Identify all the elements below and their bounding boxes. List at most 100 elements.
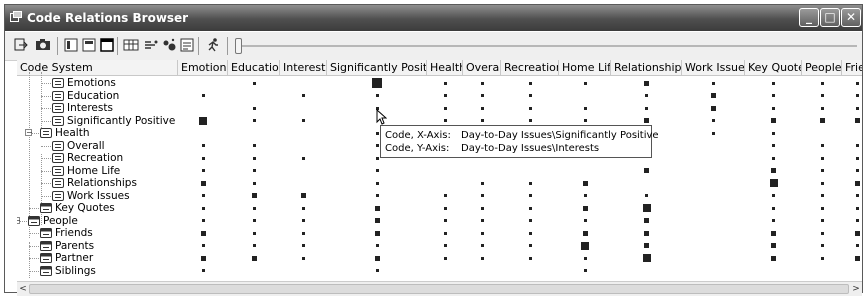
relation-marker[interactable] [375, 181, 379, 185]
relation-marker[interactable] [855, 106, 859, 110]
relation-marker[interactable] [200, 180, 206, 186]
scrollbar-thumb[interactable] [29, 284, 849, 294]
relation-marker[interactable] [252, 156, 256, 160]
relation-marker[interactable] [251, 193, 257, 198]
relation-marker[interactable] [819, 118, 825, 123]
relation-marker[interactable] [302, 219, 305, 222]
column-header[interactable]: Health [427, 60, 463, 76]
relation-marker[interactable] [480, 194, 484, 197]
relation-marker[interactable] [528, 94, 532, 97]
relation-marker[interactable] [443, 244, 447, 247]
relation-marker[interactable] [645, 194, 648, 197]
relation-marker[interactable] [820, 219, 824, 222]
relation-marker[interactable] [820, 256, 824, 260]
relation-marker[interactable] [712, 131, 715, 135]
relation-marker[interactable] [443, 194, 447, 197]
relation-marker[interactable] [443, 119, 447, 122]
single-column-icon[interactable] [63, 37, 79, 53]
split-view-icon[interactable] [81, 37, 97, 53]
relation-marker[interactable] [372, 78, 382, 88]
column-header[interactable]: Recreation [501, 60, 559, 76]
relation-marker[interactable] [443, 206, 447, 210]
relation-marker[interactable] [855, 219, 859, 222]
relation-marker[interactable] [644, 118, 649, 123]
relation-marker[interactable] [201, 156, 205, 160]
relation-marker[interactable] [820, 106, 824, 110]
code-label[interactable]: Parents [55, 240, 94, 252]
relation-marker[interactable] [855, 206, 859, 210]
settings-icon[interactable] [179, 37, 195, 53]
relation-marker[interactable] [855, 244, 859, 247]
scroll-left-button[interactable]: < [17, 283, 29, 295]
relation-marker[interactable] [583, 119, 587, 122]
relation-marker[interactable] [252, 231, 256, 235]
relation-marker[interactable] [443, 94, 447, 97]
relation-marker[interactable] [302, 94, 305, 97]
collapse-toggle[interactable]: − [25, 129, 33, 137]
relation-marker[interactable] [712, 81, 715, 85]
relation-marker[interactable] [528, 256, 532, 260]
relation-marker[interactable] [771, 230, 776, 236]
relation-marker[interactable] [583, 256, 587, 260]
relation-marker[interactable] [772, 131, 775, 135]
relation-marker[interactable] [528, 181, 532, 185]
code-label[interactable]: Interests [67, 102, 113, 114]
relation-marker[interactable] [201, 169, 205, 172]
relation-marker[interactable] [201, 269, 205, 272]
relation-marker[interactable] [854, 118, 860, 123]
relation-marker[interactable] [252, 181, 256, 185]
relation-marker[interactable] [820, 144, 824, 147]
column-header[interactable]: Relationships [611, 60, 682, 76]
relation-marker[interactable] [772, 156, 775, 160]
code-label[interactable]: Friends [55, 227, 93, 239]
full-view-icon[interactable] [99, 37, 115, 53]
relation-marker[interactable] [583, 106, 587, 110]
scroll-right-button[interactable]: > [850, 283, 862, 295]
relation-marker[interactable] [644, 168, 649, 173]
relation-marker[interactable] [528, 219, 532, 222]
relation-marker[interactable] [200, 230, 206, 236]
relation-marker[interactable] [252, 169, 256, 172]
relation-marker[interactable] [374, 230, 380, 236]
relation-marker[interactable] [855, 94, 859, 97]
relation-marker[interactable] [771, 243, 776, 248]
relation-marker[interactable] [711, 93, 716, 98]
column-header[interactable]: People [802, 60, 842, 76]
zoom-slider-track[interactable] [237, 45, 857, 47]
relation-marker[interactable] [528, 106, 532, 110]
column-header[interactable]: Overall [463, 60, 501, 76]
relation-marker[interactable] [528, 194, 532, 197]
title-bar[interactable]: Code Relations Browser _ □ ✕ [5, 5, 862, 31]
relation-marker[interactable] [480, 206, 484, 210]
relation-marker[interactable] [480, 231, 484, 235]
code-label[interactable]: Health [55, 127, 89, 139]
relation-marker[interactable] [855, 144, 859, 147]
relation-marker[interactable] [252, 81, 256, 85]
relation-marker[interactable] [583, 194, 587, 197]
relation-marker[interactable] [201, 144, 205, 147]
column-header[interactable]: Emotions [178, 60, 228, 76]
code-label[interactable]: Key Quotes [55, 202, 115, 214]
relation-marker[interactable] [201, 219, 205, 222]
relation-marker[interactable] [302, 119, 305, 122]
relation-marker[interactable] [820, 206, 824, 210]
relation-marker[interactable] [820, 244, 824, 247]
relation-marker[interactable] [583, 219, 587, 222]
relation-marker[interactable] [375, 169, 379, 172]
relation-marker[interactable] [582, 180, 588, 186]
relation-marker[interactable] [711, 105, 716, 111]
code-label[interactable]: Emotions [67, 77, 116, 89]
relation-marker[interactable] [642, 254, 651, 262]
horizontal-scrollbar[interactable]: < > [17, 281, 862, 296]
relation-marker[interactable] [771, 118, 776, 123]
relation-marker[interactable] [302, 244, 305, 247]
codes-icon[interactable] [143, 37, 159, 53]
relation-marker[interactable] [855, 169, 859, 172]
relation-marker[interactable] [375, 244, 379, 247]
relation-marker[interactable] [854, 180, 860, 186]
relation-marker[interactable] [374, 205, 380, 211]
relation-marker[interactable] [582, 205, 588, 211]
relation-marker[interactable] [820, 181, 824, 185]
column-header[interactable]: Education [228, 60, 280, 76]
run-icon[interactable] [205, 37, 221, 53]
